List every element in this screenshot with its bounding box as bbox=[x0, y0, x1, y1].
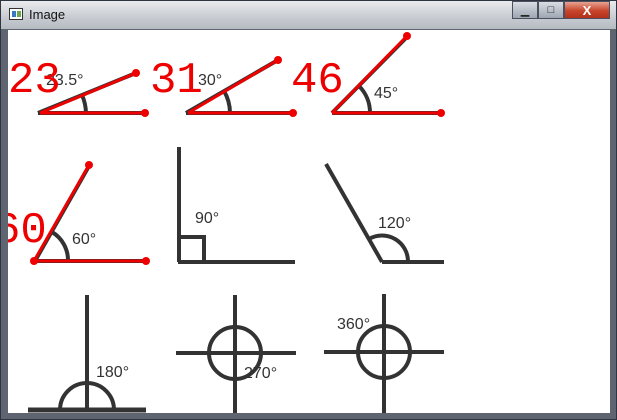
image-canvas: 23.5° 30° 45° 60° 90° 120° 180° 270° 360… bbox=[8, 30, 610, 413]
detection-labels: 23 31 46 60 bbox=[8, 56, 344, 256]
angle-label-180: 180° bbox=[96, 364, 129, 381]
detection-label-23: 23 bbox=[8, 56, 61, 106]
right-angle-marker bbox=[179, 235, 206, 262]
detected-point bbox=[289, 109, 297, 117]
detected-point bbox=[85, 161, 93, 169]
title-bar[interactable]: Image ▁ □ X bbox=[1, 1, 616, 29]
image-window: Image ▁ □ X 23.5° 30° 45° 60° 90° 120° 1… bbox=[0, 0, 617, 420]
detected-point bbox=[141, 109, 149, 117]
detected-point bbox=[403, 32, 411, 40]
detected-point bbox=[142, 257, 150, 265]
maximize-button[interactable]: □ bbox=[538, 1, 564, 19]
detection-label-46: 46 bbox=[291, 56, 344, 106]
window-controls: ▁ □ X bbox=[512, 1, 610, 21]
detection-label-31: 31 bbox=[150, 56, 203, 106]
window-title: Image bbox=[29, 7, 66, 22]
angle-60-arc bbox=[50, 230, 71, 262]
angle-label-270: 270° bbox=[244, 365, 277, 382]
angle-label-360: 360° bbox=[337, 316, 370, 333]
angle-label-120: 120° bbox=[378, 215, 411, 232]
angle-label-60: 60° bbox=[72, 231, 96, 248]
close-button[interactable]: X bbox=[564, 1, 610, 19]
detected-point bbox=[274, 56, 282, 64]
detected-point bbox=[30, 257, 38, 265]
angle-23-arc bbox=[80, 94, 88, 114]
app-icon bbox=[9, 8, 23, 20]
angle-30-arc bbox=[222, 89, 232, 114]
angle-label-45: 45° bbox=[374, 85, 398, 102]
detected-point bbox=[132, 69, 140, 77]
minimize-button[interactable]: ▁ bbox=[512, 1, 538, 19]
angle-labels: 23.5° 30° 45° 60° 90° 120° 180° 270° 360… bbox=[46, 72, 411, 382]
angle-label-90: 90° bbox=[195, 210, 219, 227]
angle-120-arm-line bbox=[324, 163, 384, 263]
detected-point bbox=[437, 109, 445, 117]
angle-diagram: 23.5° 30° 45° 60° 90° 120° 180° 270° 360… bbox=[8, 32, 445, 413]
detection-label-60: 60 bbox=[8, 206, 47, 256]
angle-45-arc bbox=[357, 84, 373, 114]
